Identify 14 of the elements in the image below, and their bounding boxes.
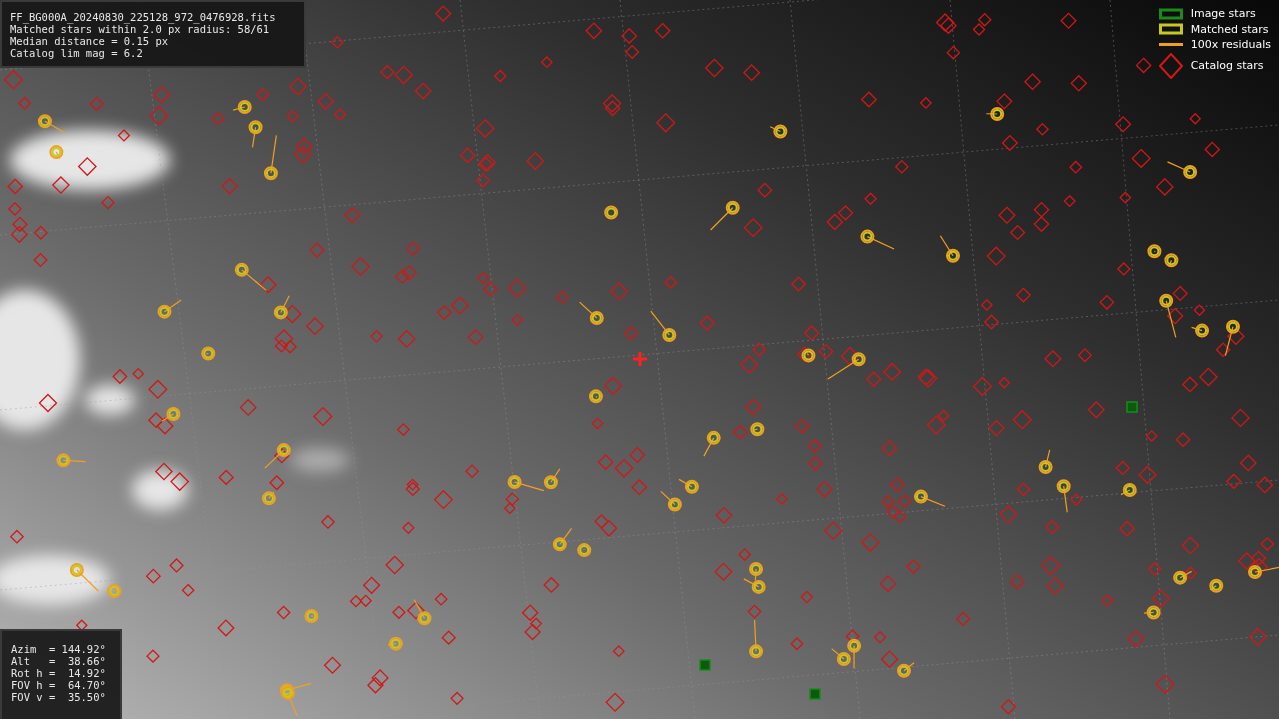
info-text: FF_BG000A_20240830_225128_972_0476928.fits — [10, 11, 277, 23]
legend-label: 100x residuals — [1190, 37, 1271, 53]
pointing-text: Rot h = 14.92° — [11, 667, 107, 679]
center-cross-icon — [631, 350, 649, 368]
pointing-text: FOV h = 64.70° — [11, 679, 107, 691]
pointing-text: FOV v = 35.50° — [11, 691, 107, 703]
info-text: Matched stars within 2.0 px radius: 58/61 — [10, 23, 270, 35]
info-text: Median distance = 0.15 px — [10, 35, 170, 47]
pointing-text: Azim = 144.92° — [11, 643, 107, 655]
info-text: Catalog lim mag = 6.2 — [10, 47, 144, 59]
legend-label: Matched stars — [1190, 21, 1269, 37]
legend-label: Image stars — [1190, 6, 1256, 22]
legend-label: Catalog stars — [1190, 57, 1264, 74]
pointing-text: Alt = 38.66° — [11, 655, 107, 667]
